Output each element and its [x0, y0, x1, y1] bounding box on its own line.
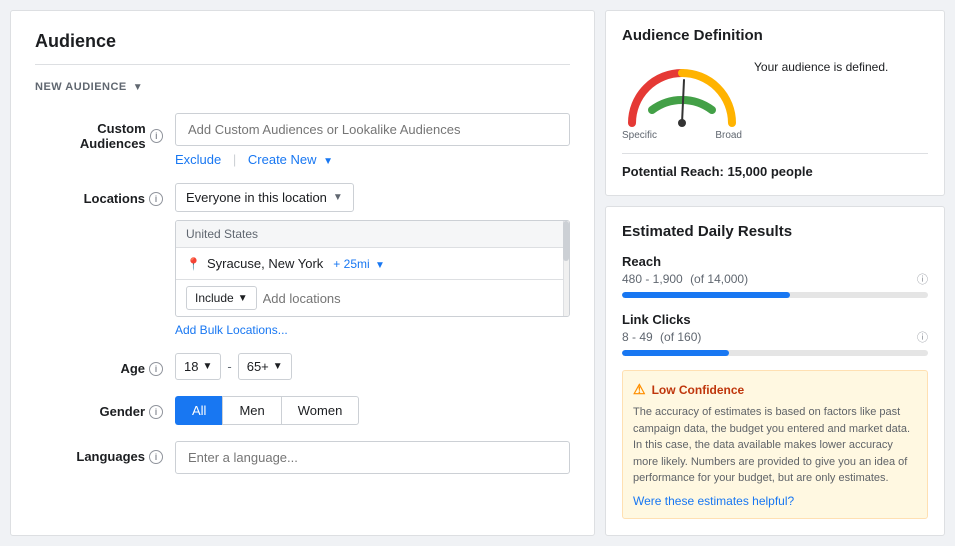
languages-content — [175, 441, 570, 474]
link-clicks-item: Link Clicks 8 - 49 (of 160) ⓘ — [622, 312, 928, 356]
include-row: Include ▼ — [176, 280, 569, 316]
add-bulk-link-container: Add Bulk Locations... — [175, 323, 570, 337]
gauge-labels: Specific Broad — [622, 130, 742, 141]
audience-definition-card: Audience Definition — [605, 10, 945, 196]
gender-all-button[interactable]: All — [175, 396, 222, 425]
custom-audiences-label: Custom Audiences i — [35, 113, 175, 151]
reach-progress-bg — [622, 292, 928, 298]
warning-icon: ⚠ — [633, 381, 646, 398]
age-min-dropdown[interactable]: 18 ▼ — [175, 353, 221, 380]
link-clicks-label: Link Clicks — [622, 312, 928, 327]
reach-item: Reach 480 - 1,900 (of 14,000) ⓘ — [622, 254, 928, 298]
age-row: Age i 18 ▼ - 65+ ▼ — [35, 353, 570, 380]
new-audience-label: NEW AUDIENCE — [35, 81, 127, 93]
add-locations-input[interactable] — [263, 291, 559, 306]
gender-women-button[interactable]: Women — [281, 396, 360, 425]
gender-men-button[interactable]: Men — [222, 396, 280, 425]
languages-input[interactable] — [175, 441, 570, 474]
page-title: Audience — [35, 31, 570, 65]
location-radius[interactable]: + 25mi ▼ — [333, 257, 385, 271]
include-dropdown[interactable]: Include ▼ — [186, 286, 257, 310]
new-audience-chevron-icon: ▼ — [133, 82, 143, 93]
low-confidence-text: The accuracy of estimates is based on fa… — [633, 404, 917, 487]
gauge-section: Specific Broad Your audience is defined. — [622, 58, 928, 141]
gauge-specific-label: Specific — [622, 130, 657, 141]
age-min-chevron-icon: ▼ — [202, 361, 212, 372]
gender-info-icon[interactable]: i — [149, 405, 163, 419]
age-max-chevron-icon: ▼ — [273, 361, 283, 372]
age-info-icon[interactable]: i — [149, 362, 163, 376]
estimated-results-title: Estimated Daily Results — [622, 223, 928, 240]
location-dropdown-chevron-icon: ▼ — [333, 192, 343, 203]
audience-links: Exclude | Create New ▼ — [175, 152, 570, 167]
link-separator: | — [233, 152, 236, 167]
location-pin-icon: 📍 — [186, 257, 201, 271]
locations-content: Everyone in this location ▼ United State… — [175, 183, 570, 337]
reach-label: Reach — [622, 254, 928, 269]
languages-info-icon[interactable]: i — [149, 450, 163, 464]
reach-progress-fill — [622, 292, 790, 298]
audience-status-text: Your audience is defined. — [754, 58, 928, 76]
reach-number: 480 - 1,900 (of 14,000) — [622, 272, 748, 286]
custom-audiences-content: Exclude | Create New ▼ — [175, 113, 570, 167]
audience-definition-title: Audience Definition — [622, 27, 928, 44]
location-box: United States 📍 Syracuse, New York + 25m… — [175, 220, 570, 317]
link-clicks-info-icon[interactable]: ⓘ — [917, 329, 928, 345]
locations-label: Locations i — [35, 183, 175, 206]
include-chevron-icon: ▼ — [238, 293, 248, 304]
create-new-chevron-icon: ▼ — [323, 156, 333, 167]
gauge-container — [622, 58, 742, 128]
estimated-results-card: Estimated Daily Results Reach 480 - 1,90… — [605, 206, 945, 536]
gender-buttons: All Men Women — [175, 396, 570, 425]
radius-chevron-icon: ▼ — [375, 260, 385, 271]
low-confidence-title: ⚠ Low Confidence — [633, 381, 917, 398]
gender-row: Gender i All Men Women — [35, 396, 570, 425]
custom-audiences-info-icon[interactable]: i — [150, 129, 163, 143]
age-max-dropdown[interactable]: 65+ ▼ — [238, 353, 292, 380]
location-dropdown[interactable]: Everyone in this location ▼ — [175, 183, 354, 212]
location-name: Syracuse, New York — [207, 256, 323, 271]
age-dash: - — [227, 359, 231, 374]
custom-audiences-input[interactable] — [175, 113, 570, 146]
helpful-link[interactable]: Were these estimates helpful? — [633, 494, 794, 508]
languages-row: Languages i — [35, 441, 570, 474]
reach-value: 480 - 1,900 (of 14,000) ⓘ — [622, 271, 928, 287]
create-new-link[interactable]: Create New ▼ — [248, 152, 333, 167]
potential-reach-value: 15,000 people — [727, 164, 812, 179]
gauge-broad-label: Broad — [715, 130, 742, 141]
custom-audiences-row: Custom Audiences i Exclude | Create New … — [35, 113, 570, 167]
potential-reach: Potential Reach: 15,000 people — [622, 153, 928, 179]
languages-label: Languages i — [35, 441, 175, 464]
locations-row: Locations i Everyone in this location ▼ … — [35, 183, 570, 337]
location-country: United States — [176, 221, 569, 248]
new-audience-button[interactable]: NEW AUDIENCE ▼ — [35, 81, 570, 93]
link-clicks-number: 8 - 49 (of 160) — [622, 330, 701, 344]
location-item: 📍 Syracuse, New York + 25mi ▼ — [176, 248, 569, 280]
link-clicks-progress-bg — [622, 350, 928, 356]
link-clicks-progress-fill — [622, 350, 729, 356]
reach-info-icon[interactable]: ⓘ — [917, 271, 928, 287]
add-bulk-link[interactable]: Add Bulk Locations... — [175, 323, 288, 337]
age-label: Age i — [35, 353, 175, 376]
exclude-link[interactable]: Exclude — [175, 152, 221, 167]
link-clicks-value: 8 - 49 (of 160) ⓘ — [622, 329, 928, 345]
locations-info-icon[interactable]: i — [149, 192, 163, 206]
low-confidence-box: ⚠ Low Confidence The accuracy of estimat… — [622, 370, 928, 519]
age-content: 18 ▼ - 65+ ▼ — [175, 353, 570, 380]
gender-content: All Men Women — [175, 396, 570, 425]
gender-label: Gender i — [35, 396, 175, 419]
age-controls: 18 ▼ - 65+ ▼ — [175, 353, 570, 380]
